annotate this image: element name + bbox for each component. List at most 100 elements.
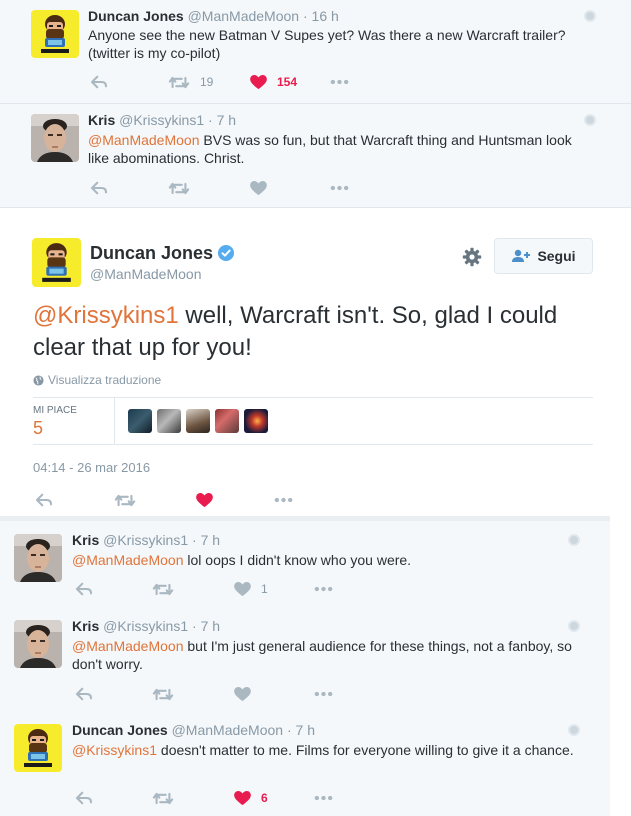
retweet-button[interactable] — [152, 579, 174, 599]
liker-avatar[interactable] — [157, 409, 181, 433]
avatar[interactable] — [14, 620, 62, 668]
tweet-time[interactable]: · 7 h — [208, 112, 236, 128]
avatar[interactable] — [14, 534, 62, 582]
add-user-icon — [512, 249, 531, 262]
more-button[interactable] — [330, 72, 349, 92]
settings-gear-button[interactable] — [462, 247, 482, 267]
reply-tweet[interactable]: Kris @Krissykins1 · 7 h @ManMadeMoon lol… — [0, 521, 610, 608]
author-handle[interactable]: @ManMadeMoon — [90, 266, 202, 282]
more-button[interactable] — [274, 490, 293, 510]
like-button[interactable]: 6 — [234, 788, 268, 808]
author-name[interactable]: Duncan Jones — [72, 722, 168, 738]
more-icon — [330, 79, 349, 85]
avatar[interactable] — [14, 724, 62, 772]
follow-button[interactable]: Segui — [494, 238, 593, 274]
likes-count: 5 — [33, 418, 44, 438]
ancestor-tweet[interactable]: Kris @Krissykins1 · 7 h @ManMadeMoon BVS… — [0, 104, 631, 208]
reply-button[interactable] — [75, 579, 93, 599]
author-name[interactable]: Kris — [72, 532, 99, 548]
tweet-actions — [35, 490, 335, 510]
globe-icon — [584, 10, 596, 22]
manmademoon-avatar-image — [31, 10, 79, 58]
liker-avatar[interactable] — [128, 409, 152, 433]
like-button[interactable] — [234, 684, 251, 704]
tweet-text: @ManMadeMoon but I'm just general audien… — [72, 637, 592, 673]
retweet-button[interactable] — [114, 490, 136, 510]
more-button[interactable] — [314, 788, 333, 808]
likes-stat[interactable]: MI PIACE 5 — [33, 398, 115, 444]
like-button[interactable]: 1 — [234, 579, 268, 599]
liker-avatar[interactable] — [215, 409, 239, 433]
mention-link[interactable]: @Krissykins1 — [72, 742, 157, 758]
heart-icon — [196, 493, 213, 508]
reply-button[interactable] — [90, 178, 108, 198]
tweet-actions — [88, 178, 388, 198]
retweet-button[interactable]: 19 — [168, 72, 213, 92]
more-button[interactable] — [314, 579, 333, 599]
avatar[interactable] — [32, 238, 81, 287]
reply-icon — [90, 181, 108, 195]
reply-tweet[interactable]: Kris @Krissykins1 · 7 h @ManMadeMoon but… — [0, 608, 610, 712]
heart-icon — [234, 791, 251, 806]
like-button[interactable]: 154 — [250, 72, 297, 92]
tweet-time[interactable]: · 7 h — [287, 722, 315, 738]
retweet-icon — [152, 582, 174, 597]
avatar[interactable] — [31, 114, 79, 162]
mention-link[interactable]: @Krissykins1 — [33, 302, 179, 329]
reply-button[interactable] — [90, 72, 108, 92]
globe-icon — [568, 724, 580, 736]
tweet-timestamp[interactable]: 04:14 - 26 mar 2016 — [33, 460, 150, 475]
like-count: 1 — [261, 582, 268, 596]
like-button[interactable] — [250, 178, 267, 198]
author-name[interactable]: Duncan Jones — [88, 8, 184, 24]
reply-button[interactable] — [75, 788, 93, 808]
tweet-time[interactable]: · 16 h — [303, 8, 339, 24]
reply-tweet[interactable]: Duncan Jones @ManMadeMoon · 7 h @Krissyk… — [0, 712, 610, 816]
tweet-header: Kris @Krissykins1 · 7 h — [72, 532, 220, 548]
author-name[interactable]: Kris — [72, 618, 99, 634]
reply-button[interactable] — [75, 684, 93, 704]
verified-badge-icon — [218, 245, 234, 261]
author-handle[interactable]: @Krissykins1 — [119, 112, 204, 128]
retweet-button[interactable] — [168, 178, 190, 198]
tweet-header: Kris @Krissykins1 · 7 h — [88, 112, 236, 128]
tweet-time[interactable]: · 7 h — [192, 532, 220, 548]
mention-link[interactable]: @ManMadeMoon — [88, 132, 200, 148]
more-button[interactable] — [314, 684, 333, 704]
tweet-body: doesn't matter to me. Films for everyone… — [157, 742, 574, 758]
tweet-text: @ManMadeMoon lol oops I didn't know who … — [72, 551, 592, 569]
retweet-icon — [114, 493, 136, 508]
author-handle[interactable]: @Krissykins1 — [103, 618, 188, 634]
reply-button[interactable] — [35, 490, 53, 510]
mention-link[interactable]: @ManMadeMoon — [72, 638, 184, 654]
author-handle[interactable]: @ManMadeMoon — [188, 8, 300, 24]
tweet-header: Kris @Krissykins1 · 7 h — [72, 618, 220, 634]
liker-avatar[interactable] — [186, 409, 210, 433]
more-button[interactable] — [330, 178, 349, 198]
like-count: 6 — [261, 791, 268, 805]
tweet-text: @ManMadeMoon BVS was so fun, but that Wa… — [88, 131, 588, 167]
author-name[interactable]: Kris — [88, 112, 115, 128]
author-handle[interactable]: @Krissykins1 — [103, 532, 188, 548]
kris-avatar-image — [31, 114, 79, 162]
globe-icon — [568, 534, 580, 546]
gear-icon — [462, 247, 482, 267]
tweet-time[interactable]: · 7 h — [192, 618, 220, 634]
mention-link[interactable]: @ManMadeMoon — [72, 552, 184, 568]
translate-link[interactable]: Visualizza traduzione — [33, 373, 161, 387]
author-handle[interactable]: @ManMadeMoon — [172, 722, 284, 738]
reply-icon — [90, 75, 108, 89]
heart-icon — [250, 75, 267, 90]
retweet-button[interactable] — [152, 684, 174, 704]
heart-icon — [234, 582, 251, 597]
like-count: 154 — [277, 75, 298, 89]
retweet-icon — [168, 75, 190, 90]
reply-icon — [75, 582, 93, 596]
ancestor-tweet[interactable]: Duncan Jones @ManMadeMoon · 16 h Anyone … — [0, 0, 631, 104]
more-icon — [330, 185, 349, 191]
like-button[interactable] — [196, 490, 213, 510]
author-name[interactable]: Duncan Jones — [90, 243, 213, 264]
retweet-button[interactable] — [152, 788, 174, 808]
liker-avatar[interactable] — [244, 409, 268, 433]
avatar[interactable] — [31, 10, 79, 58]
